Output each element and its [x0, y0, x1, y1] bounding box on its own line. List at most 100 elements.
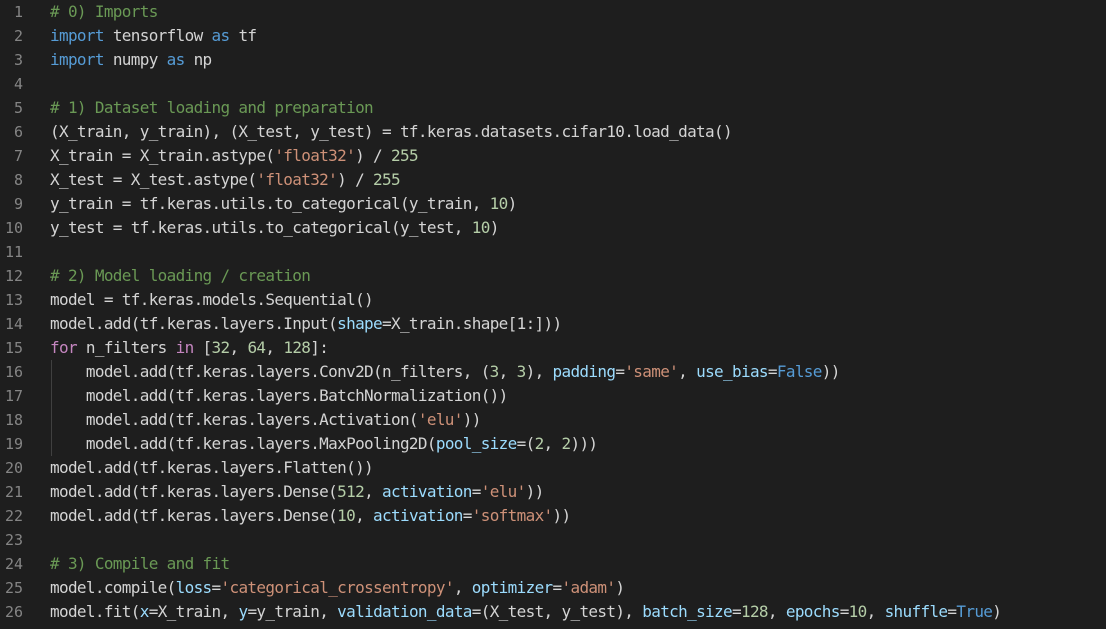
line-number: 7 [13, 147, 23, 165]
code-line[interactable]: 1 # 0) Imports [0, 0, 1106, 24]
code-line[interactable]: 11 [0, 240, 1106, 264]
line-number: 19 [4, 435, 23, 453]
code-line[interactable]: 18 model.add(tf.keras.layers.Activation(… [0, 408, 1106, 432]
code-text: # 2) Model loading / creation [50, 264, 311, 288]
parameter-token: batch_size [642, 602, 732, 621]
code-token: , [229, 338, 248, 357]
code-token: ) [489, 218, 500, 237]
code-line[interactable]: 15 for n_filters in [32, 64, 128]: [0, 336, 1106, 360]
code-token: n_filters [76, 338, 176, 357]
code-line[interactable]: 22 model.add(tf.keras.layers.Dense(10, ac… [0, 504, 1106, 528]
parameter-token: shuffle [884, 602, 948, 621]
line-number: 18 [4, 411, 23, 429]
number-token: 3 [516, 362, 527, 381]
code-line[interactable]: 17 model.add(tf.keras.layers.BatchNormal… [0, 384, 1106, 408]
comment-token: # 1) Dataset loading and preparation [50, 98, 374, 117]
code-line[interactable]: 9 y_train = tf.keras.utils.to_categorical… [0, 192, 1106, 216]
code-token: = [615, 362, 625, 381]
line-number: 5 [13, 99, 23, 117]
code-text: model = tf.keras.models.Sequential() [50, 288, 374, 312]
control-keyword-token: in [175, 338, 195, 357]
number-token: 2 [534, 434, 545, 453]
line-number: 21 [4, 483, 23, 501]
line-number: 25 [4, 579, 23, 597]
code-line[interactable]: 14 model.add(tf.keras.layers.Input(shape=… [0, 312, 1106, 336]
parameter-token: activation [373, 506, 463, 525]
code-token: =X_train.shape[1:])) [382, 314, 562, 333]
code-line[interactable]: 10 y_test = tf.keras.utils.to_categorical… [0, 216, 1106, 240]
line-number: 13 [4, 291, 23, 309]
code-line[interactable]: 25 model.compile(loss='categorical_crosse… [0, 576, 1106, 600]
code-text: for n_filters in [32, 64, 128]: [50, 336, 329, 360]
code-token: np [184, 50, 213, 69]
code-token: =X_train, [148, 602, 239, 621]
code-token: , [767, 602, 786, 621]
code-line[interactable]: 20 model.add(tf.keras.layers.Flatten()) [0, 456, 1106, 480]
string-token: 'float32' [256, 170, 338, 189]
code-line[interactable]: 4 [0, 72, 1106, 96]
code-token: )) [552, 506, 572, 525]
code-token: ), [525, 362, 553, 381]
code-line[interactable]: 21 model.add(tf.keras.layers.Dense(512, a… [0, 480, 1106, 504]
code-text: model.add(tf.keras.layers.Input(shape=X_… [50, 312, 562, 336]
line-number: 14 [4, 315, 23, 333]
string-token: 'same' [624, 362, 679, 381]
code-line[interactable]: 16 model.add(tf.keras.layers.Conv2D(n_fi… [0, 360, 1106, 384]
line-number: 17 [4, 387, 23, 405]
comment-token: # 3) Compile and fit [50, 554, 230, 573]
code-token: , [453, 578, 472, 597]
code-line[interactable]: 12 # 2) Model loading / creation [0, 264, 1106, 288]
code-token: model.add(tf.keras.layers.Activation( [50, 410, 419, 429]
code-line[interactable]: 2 import tensorflow as tf [0, 24, 1106, 48]
number-token: 3 [489, 362, 500, 381]
line-number: 20 [4, 459, 23, 477]
line-number: 9 [13, 195, 23, 213]
code-text: X_train = X_train.astype('float32') / 25… [50, 144, 419, 168]
code-token: ) [507, 194, 518, 213]
code-text: model.add(tf.keras.layers.Dense(10, acti… [50, 504, 572, 528]
code-line[interactable]: 13 model = tf.keras.models.Sequential() [0, 288, 1106, 312]
code-token: , [866, 602, 885, 621]
code-token: (X_train, y_train), (X_test, y_test) = t… [50, 122, 733, 141]
string-token: 'categorical_crossentropy' [220, 578, 455, 597]
keyword-token: import [50, 26, 105, 45]
code-token: model.add(tf.keras.layers.BatchNormaliza… [50, 386, 508, 405]
parameter-token: epochs [785, 602, 841, 621]
line-number: 8 [13, 171, 23, 189]
code-line[interactable]: 23 [0, 528, 1106, 552]
code-line[interactable]: 24 # 3) Compile and fit [0, 552, 1106, 576]
code-line[interactable]: 7 X_train = X_train.astype('float32') / 2… [0, 144, 1106, 168]
code-token: numpy [103, 50, 167, 69]
code-text: y_train = tf.keras.utils.to_categorical(… [50, 192, 517, 216]
code-line[interactable]: 5 # 1) Dataset loading and preparation [0, 96, 1106, 120]
keyword-token: import [50, 50, 105, 69]
code-editor[interactable]: 1 # 0) Imports 2 import tensorflow as tf 3 im… [0, 0, 1106, 629]
code-token: X_test = X_test.astype( [50, 170, 257, 189]
code-text: y_test = tf.keras.utils.to_categorical(y… [50, 216, 499, 240]
control-keyword-token: for [50, 338, 78, 357]
code-token: , [265, 338, 284, 357]
code-line[interactable]: 26 model.fit(x=X_train, y=y_train, valida… [0, 600, 1106, 624]
code-token: model = tf.keras.models.Sequential() [50, 290, 374, 309]
code-line[interactable]: 8 X_test = X_test.astype('float32') / 255 [0, 168, 1106, 192]
code-text: model.add(tf.keras.layers.Activation('el… [50, 408, 481, 432]
code-line[interactable]: 6 (X_train, y_train), (X_test, y_test) = … [0, 120, 1106, 144]
code-text: model.add(tf.keras.layers.BatchNormaliza… [50, 384, 508, 408]
line-number: 26 [4, 603, 23, 621]
code-line[interactable]: 3 import numpy as np [0, 48, 1106, 72]
number-token: 10 [848, 602, 868, 621]
code-token: model.compile( [50, 578, 176, 597]
code-token: = [731, 602, 742, 621]
keyword-token: as [211, 26, 231, 45]
code-text: X_test = X_test.astype('float32') / 255 [50, 168, 401, 192]
code-token: X_train = X_train.astype( [50, 146, 275, 165]
code-line[interactable]: 19 model.add(tf.keras.layers.MaxPooling2… [0, 432, 1106, 456]
keyword-token: as [166, 50, 186, 69]
code-token: ) [992, 602, 1002, 621]
code-token: y_train = tf.keras.utils.to_categorical(… [50, 194, 490, 213]
code-token: )) [821, 362, 841, 381]
comment-token: # 0) Imports [50, 2, 158, 21]
code-token: , [678, 362, 697, 381]
string-token: 'float32' [274, 146, 356, 165]
parameter-token: pool_size [435, 434, 517, 453]
